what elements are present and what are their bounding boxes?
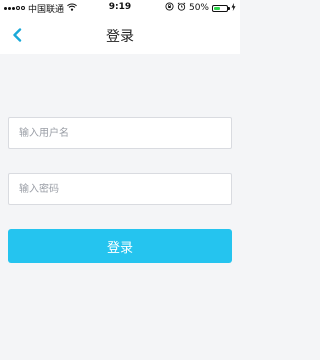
page-title: 登录 [106,29,134,45]
battery-percent: 50% [188,3,209,13]
lock-rotation-icon [165,2,174,14]
status-bar: 中国联通 9:19 50% [0,0,240,16]
password-input[interactable] [9,174,231,204]
battery-level [214,6,220,10]
nav-bar: 登录 [0,16,240,54]
login-button[interactable]: 登录 [8,229,232,263]
battery-icon [212,4,230,12]
username-field[interactable] [8,117,232,149]
status-right: 50% [165,2,236,14]
alarm-icon [177,2,186,14]
username-input[interactable] [9,118,231,148]
charging-icon [231,2,236,14]
password-field[interactable] [8,173,232,205]
